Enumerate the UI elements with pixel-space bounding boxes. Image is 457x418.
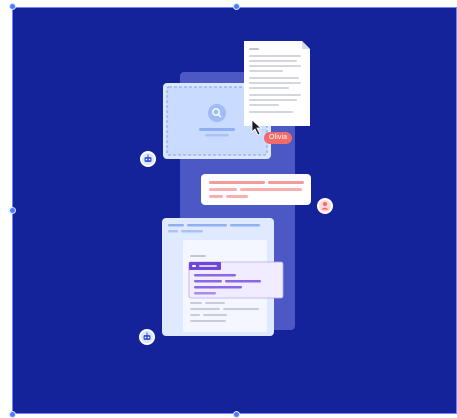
search-icon bbox=[208, 104, 226, 122]
document-sheet bbox=[244, 41, 310, 126]
highlight-block bbox=[188, 261, 284, 299]
chat-bubble bbox=[201, 174, 311, 205]
collaboration-illustration bbox=[139, 41, 333, 345]
design-canvas[interactable]: Olivia bbox=[0, 0, 457, 418]
user-icon bbox=[317, 198, 333, 214]
robot-icon bbox=[139, 329, 155, 345]
collaborator-name-tag: Olivia bbox=[264, 132, 293, 144]
robot-icon bbox=[140, 151, 156, 167]
